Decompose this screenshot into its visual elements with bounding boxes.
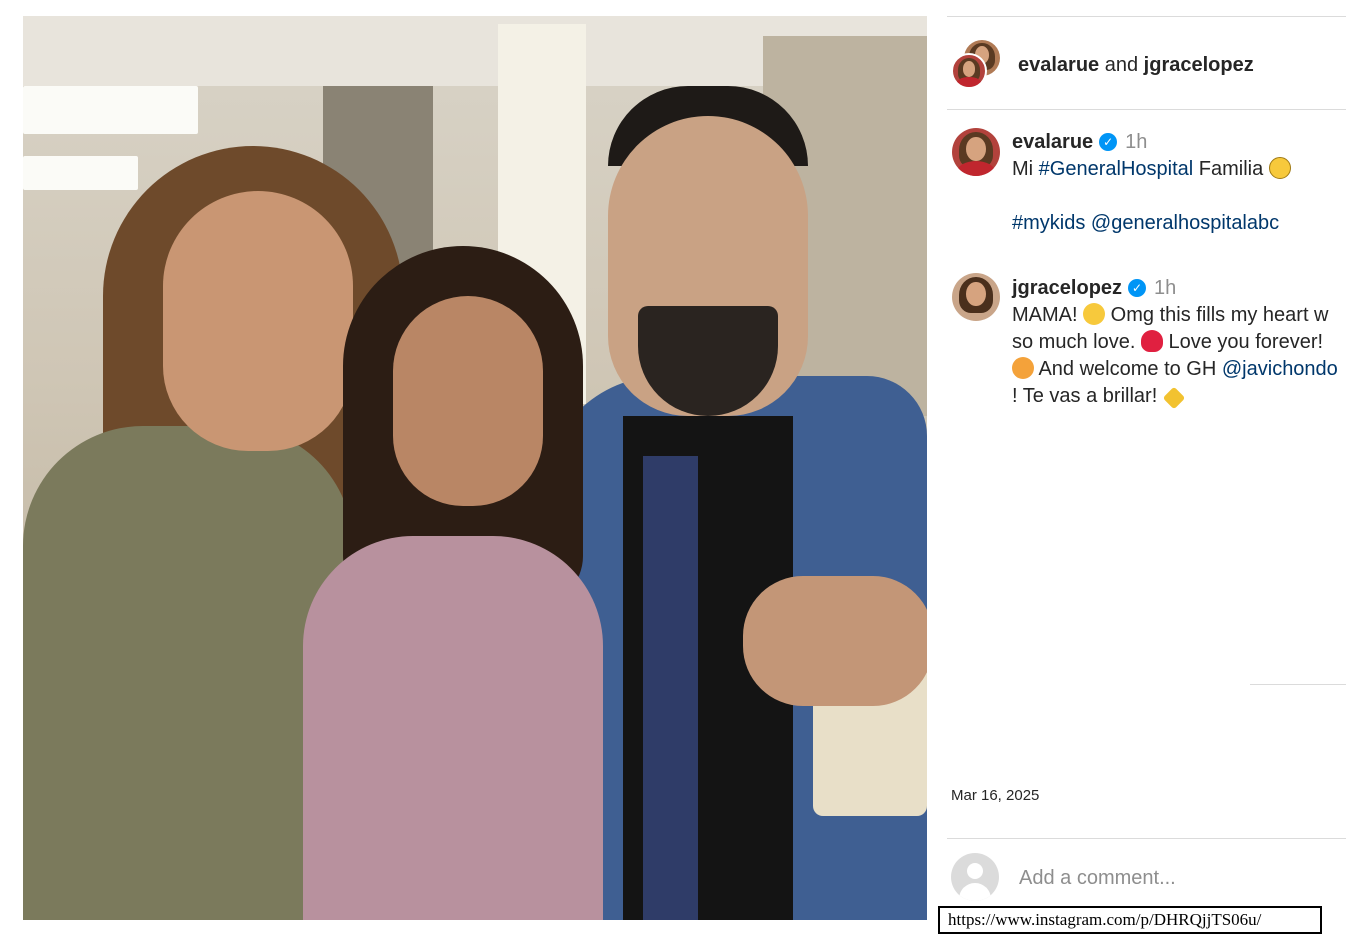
mention-link[interactable]: @generalhospitalabc — [1091, 212, 1279, 234]
avatar-face — [962, 60, 976, 77]
caption-avatar[interactable] — [952, 128, 1000, 176]
actions-divider — [1250, 684, 1346, 685]
comment-time[interactable]: 1h — [1154, 277, 1176, 299]
comment-text-part: ! Te vas a brillar! — [1012, 385, 1158, 407]
comment-text-part: Love you forever! — [1162, 331, 1324, 353]
comment-divider — [947, 838, 1346, 839]
avatar-top — [956, 76, 982, 87]
caption-text: Familia — [1193, 158, 1264, 180]
photo-person-middle-body — [303, 536, 603, 920]
header-connector: and — [1104, 54, 1139, 76]
comment-block: jgracelopez ✓ 1h MAMA! Omg this fills my h… — [1012, 275, 1342, 410]
default-avatar-icon — [951, 853, 999, 901]
caption-block: evalarue ✓ 1h Mi #GeneralHospital Familia … — [1012, 129, 1342, 237]
heart-eyes-icon — [1083, 303, 1106, 325]
avatar-face — [966, 281, 986, 306]
photo-ceiling-light — [23, 86, 198, 134]
comment-text: MAMA! Omg this fills my heart w so much … — [1012, 302, 1342, 410]
avatar-shoulders — [959, 883, 991, 901]
top-divider — [947, 16, 1346, 17]
sparkles-icon — [1162, 386, 1186, 410]
post-date[interactable]: Mar 16, 2025 — [951, 787, 1039, 804]
header-username-1[interactable]: evalarue — [1018, 54, 1099, 76]
caption-line-1: Mi #GeneralHospital Familia — [1012, 156, 1342, 183]
header-username-2[interactable]: jgracelopez — [1144, 54, 1254, 76]
photo-person-middle-face — [393, 296, 543, 506]
caption-text: Mi — [1012, 158, 1039, 180]
post-header-names: evalarue and jgracelopez — [1018, 53, 1254, 77]
caption-username[interactable]: evalarue — [1012, 131, 1093, 153]
avatar-face — [966, 136, 986, 161]
caption-time[interactable]: 1h — [1125, 131, 1147, 153]
url-caption: https://www.instagram.com/p/DHRQjjTS06u/ — [938, 906, 1322, 934]
caption-meta: evalarue ✓ 1h — [1012, 129, 1342, 156]
comment-text-part: And welcome to GH — [1034, 358, 1222, 380]
hashtag-link[interactable]: #GeneralHospital — [1039, 158, 1194, 180]
caption-line-2: #mykids @generalhospitalabc — [1012, 210, 1342, 237]
comment-username[interactable]: jgracelopez — [1012, 277, 1122, 299]
photo-ceiling-light — [23, 156, 138, 190]
comment-avatar[interactable] — [952, 273, 1000, 321]
hashtag-link[interactable]: #mykids — [1012, 212, 1085, 234]
grinning-face-icon — [1268, 157, 1291, 179]
add-comment-input[interactable] — [1019, 864, 1339, 892]
verified-badge-icon: ✓ — [1099, 133, 1118, 151]
photo-hand — [743, 576, 927, 706]
photo-person-right-tie — [643, 456, 698, 920]
smiling-face-with-hearts-icon — [1012, 357, 1034, 379]
collab-avatar-primary[interactable] — [951, 53, 987, 89]
comment-text-part: MAMA! — [1012, 304, 1078, 326]
photo-person-left-face — [163, 191, 353, 451]
mention-link[interactable]: @javichondo — [1222, 358, 1338, 380]
header-divider — [947, 109, 1346, 110]
comment-meta: jgracelopez ✓ 1h — [1012, 275, 1342, 302]
post-photo[interactable] — [23, 16, 927, 920]
red-heart-icon — [1140, 330, 1163, 352]
verified-badge-icon: ✓ — [1128, 279, 1147, 297]
avatar-head — [967, 863, 983, 879]
